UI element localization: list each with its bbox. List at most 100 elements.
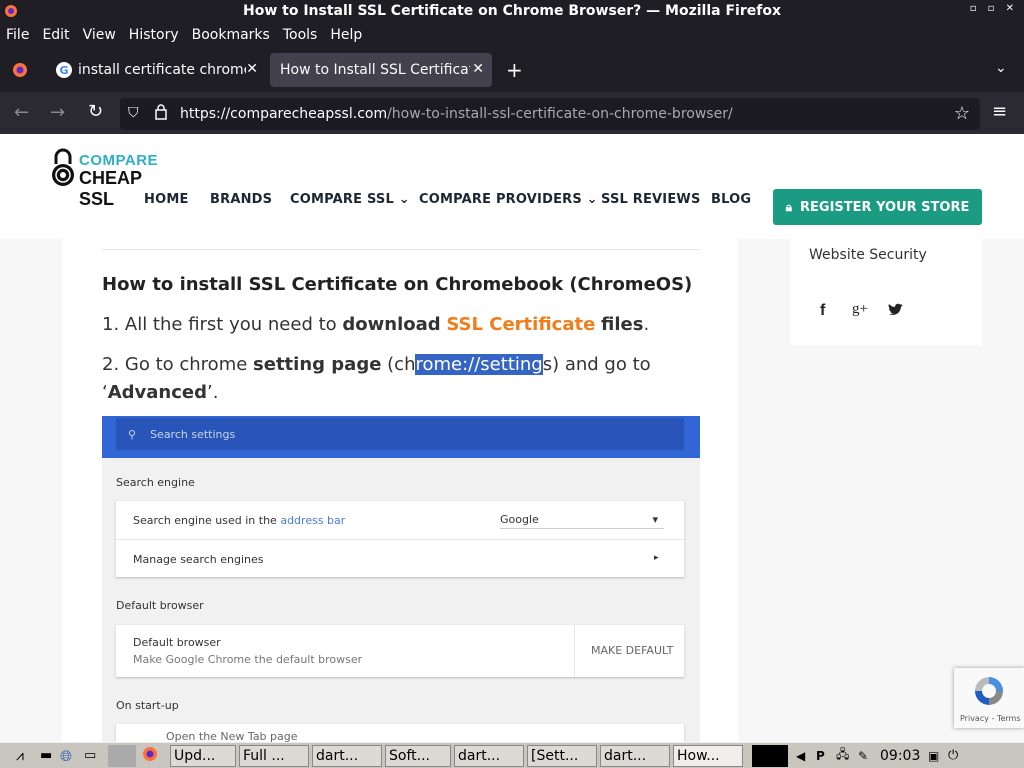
article: How to install SSL Certificate on Chrome… — [62, 239, 738, 742]
tab-bar: G install certificate chrome ✕ How to In… — [0, 48, 1024, 92]
site-logo[interactable]: COMPARE CHEAP SSL — [50, 148, 180, 209]
taskbar-item-full[interactable]: Full ... — [239, 744, 309, 767]
card-search-engine: Search engine used in the address bar Go… — [116, 501, 684, 577]
window-title: How to Install SSL Certificate on Chrome… — [243, 3, 781, 19]
selected-text: rome://setting — [415, 354, 543, 375]
show-desktop-icon[interactable]: ▬ — [40, 748, 60, 763]
taskbar: ⩘ ▬ 🌐︎ ▭ Upd... Full ... dart... Soft...… — [0, 742, 1024, 768]
menu-file[interactable]: File — [6, 27, 29, 43]
firefox-launcher-icon[interactable] — [142, 746, 170, 766]
chevron-down-icon: ⌄ — [581, 192, 598, 207]
article-heading: How to install SSL Certificate on Chrome… — [102, 274, 693, 295]
tray-p-icon[interactable]: P — [816, 749, 836, 763]
window-titlebar: How to Install SSL Certificate on Chrome… — [0, 0, 1024, 22]
menu-edit[interactable]: Edit — [42, 27, 69, 43]
site-header: COMPARE CHEAP SSL HOME BRANDS COMPARE SS… — [0, 134, 1024, 239]
tab-list-chevron-icon[interactable]: ⌄ — [995, 60, 1007, 76]
tray-arrow-icon[interactable]: ◀ — [796, 749, 816, 763]
google-plus-icon[interactable]: g+ — [852, 301, 868, 318]
power-icon[interactable]: ⏻ — [948, 748, 968, 763]
chrome-settings-screenshot: ⚲ Search settings Search engine Search e… — [102, 416, 700, 742]
firefox-view-icon[interactable] — [12, 62, 28, 82]
register-store-button[interactable]: 🔒︎ REGISTER YOUR STORE — [773, 189, 982, 225]
step-1: 1. All the first you need to download SS… — [102, 314, 650, 335]
hamburger-menu-icon[interactable]: ≡ — [992, 101, 1007, 122]
search-icon: ⚲ — [128, 427, 137, 441]
twitter-icon[interactable] — [888, 302, 904, 321]
tab-label: How to Install SSL Certificate — [280, 62, 470, 78]
taskbar-item-update[interactable]: Upd... — [170, 744, 236, 767]
sidebar-widget: Website Security f g+ — [790, 239, 982, 345]
lock-icon[interactable] — [155, 104, 167, 124]
firefox-window-icon — [4, 4, 18, 22]
divider — [102, 249, 700, 250]
section-default-browser: Default browser — [116, 599, 204, 612]
logo-text-top: COMPARE — [79, 152, 159, 169]
chevron-down-icon: ⌄ — [393, 192, 410, 207]
new-tab-icon[interactable]: + — [506, 58, 523, 82]
bookmark-star-icon[interactable]: ☆ — [954, 103, 970, 124]
lock-screen-icon[interactable]: ▣ — [928, 749, 948, 763]
dropdown-arrow-icon: ▾ — [652, 513, 658, 526]
close-tab-icon[interactable]: ✕ — [246, 61, 258, 77]
taskbar-item-settings[interactable]: [Sett... — [527, 744, 597, 767]
taskbar-item-software[interactable]: Soft... — [385, 744, 451, 767]
tab-label: install certificate chrome — [78, 62, 246, 78]
menu-bookmarks[interactable]: Bookmarks — [192, 27, 270, 43]
taskbar-item-terminal[interactable]: dart... — [312, 744, 382, 767]
reload-icon[interactable]: ↻ — [88, 101, 103, 122]
navigation-bar: ← → ↻ ⛉ https://comparecheapssl.com/how-… — [0, 92, 1024, 134]
web-page: COMPARE CHEAP SSL HOME BRANDS COMPARE SS… — [0, 134, 1024, 742]
tray-network-icon[interactable]: 🖧︎ — [836, 745, 858, 766]
menu-help[interactable]: Help — [330, 27, 362, 43]
taskbar-item-firefox[interactable]: How... — [673, 744, 743, 767]
nav-blog[interactable]: BLOG — [711, 192, 751, 207]
recaptcha-badge[interactable]: Privacy - Terms — [954, 668, 1024, 728]
window-controls[interactable]: ▫ ▫ ✕ — [970, 3, 1018, 14]
url-bar[interactable]: ⛉ https://comparecheapssl.com/how-to-ins… — [120, 98, 980, 130]
nav-home[interactable]: HOME — [144, 192, 189, 207]
section-search-engine: Search engine — [116, 476, 195, 489]
menu-bar: File Edit View History Bookmarks Tools H… — [0, 22, 1024, 48]
forward-icon[interactable]: → — [50, 102, 65, 123]
back-icon[interactable]: ← — [14, 102, 29, 123]
menu-tools[interactable]: Tools — [283, 27, 318, 43]
menu-history[interactable]: History — [129, 27, 179, 43]
desktop-pager-icon[interactable] — [108, 744, 136, 767]
padlock-logo-icon — [50, 148, 76, 192]
taskbar-item-terminal[interactable]: dart... — [454, 744, 524, 767]
lock-icon: 🔒︎ — [785, 199, 793, 214]
arrow-right-icon: ▸ — [654, 553, 659, 563]
search-settings-box: ⚲ Search settings — [116, 418, 684, 450]
settings-top-bar: ⚲ Search settings — [102, 416, 700, 458]
step-2: 2. Go to chrome setting page (chrome://s… — [102, 354, 651, 403]
clock: 09:03 — [880, 747, 921, 764]
taskbar-item-terminal[interactable]: dart... — [600, 744, 670, 767]
shield-icon[interactable]: ⛉ — [128, 105, 139, 121]
nav-compare-ssl[interactable]: COMPARE SSL ⌄ — [290, 192, 410, 207]
start-menu-icon[interactable]: ⩘ — [0, 748, 40, 764]
tab-active[interactable]: How to Install SSL Certificate ✕ — [270, 53, 492, 87]
section-on-start-up: On start-up — [116, 699, 179, 712]
card-start-up: Open the New Tab page — [116, 724, 684, 742]
tray-tool-icon[interactable]: ✎ — [858, 749, 880, 763]
tray-black-box — [752, 744, 788, 767]
make-default-button: MAKE DEFAULT — [591, 644, 674, 657]
url-domain: https://comparecheapssl.com — [180, 106, 388, 122]
tab-google-search[interactable]: G install certificate chrome ✕ — [46, 53, 266, 87]
file-manager-icon[interactable]: ▭ — [84, 748, 108, 763]
nav-compare-providers[interactable]: COMPARE PROVIDERS ⌄ — [419, 192, 598, 207]
sidebar-link-website-security[interactable]: Website Security — [809, 247, 927, 263]
url-path: /how-to-install-ssl-certificate-on-chrom… — [387, 106, 733, 122]
close-tab-icon[interactable]: ✕ — [472, 61, 484, 77]
ssl-certificate-link[interactable]: SSL Certificate — [446, 314, 595, 335]
recaptcha-icon — [972, 674, 1006, 712]
register-store-label: REGISTER YOUR STORE — [800, 199, 970, 215]
network-globe-icon[interactable]: 🌐︎ — [60, 747, 84, 765]
nav-ssl-reviews[interactable]: SSL REVIEWS — [601, 192, 701, 207]
menu-view[interactable]: View — [83, 27, 116, 43]
facebook-icon[interactable]: f — [820, 302, 825, 320]
search-engine-select: Google ▾ — [500, 507, 664, 529]
nav-brands[interactable]: BRANDS — [210, 192, 272, 207]
recaptcha-terms: Privacy - Terms — [960, 714, 1021, 723]
